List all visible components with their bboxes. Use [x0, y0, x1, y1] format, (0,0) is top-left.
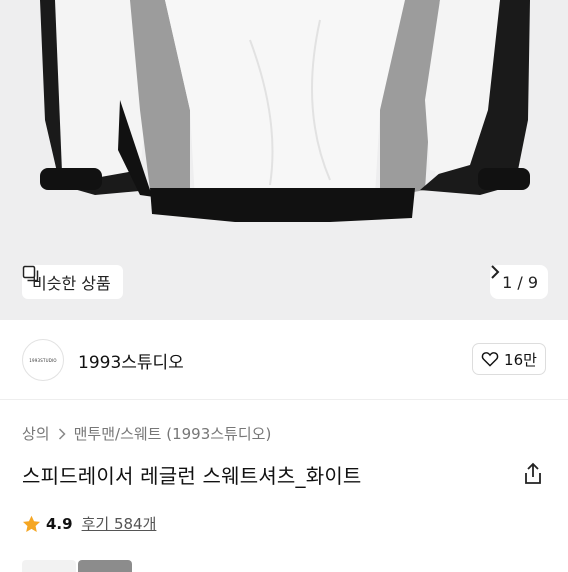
like-count: 16만 — [504, 350, 537, 369]
page-indicator: 1 / 9 — [502, 272, 538, 292]
similar-products-label: 비슷한 상품 — [32, 274, 111, 293]
brand-logo[interactable]: 1993STUDIO — [22, 339, 64, 381]
chevron-right-icon — [58, 427, 66, 440]
product-image[interactable]: 비슷한 상품 1 / 9 — [0, 0, 568, 320]
option-chip[interactable] — [22, 560, 76, 572]
rating: 4.9 후기 584개 — [22, 513, 156, 534]
rating-score: 4.9 — [46, 514, 73, 533]
breadcrumb-subcategory[interactable]: 맨투맨/스웨트 (1993스튜디오) — [74, 423, 272, 444]
star-icon — [22, 515, 41, 532]
option-chip[interactable] — [78, 560, 132, 572]
brand-name[interactable]: 1993스튜디오 — [78, 348, 184, 373]
review-count-link[interactable]: 후기 584개 — [82, 513, 157, 534]
chevron-right-icon — [491, 265, 500, 279]
like-button[interactable]: 16만 — [472, 343, 546, 375]
breadcrumb: 상의 맨투맨/스웨트 (1993스튜디오) — [22, 423, 271, 444]
breadcrumb-category[interactable]: 상의 — [22, 423, 50, 444]
brand-logo-text: 1993STUDIO — [29, 357, 57, 363]
share-icon[interactable] — [522, 462, 544, 486]
similar-products-button[interactable]: 비슷한 상품 — [22, 265, 123, 299]
image-pager[interactable]: 1 / 9 — [490, 265, 548, 299]
heart-icon — [481, 352, 499, 367]
similar-items-icon — [22, 265, 39, 282]
product-title: 스피드레이서 레글런 스웨트셔츠_화이트 — [22, 464, 362, 488]
